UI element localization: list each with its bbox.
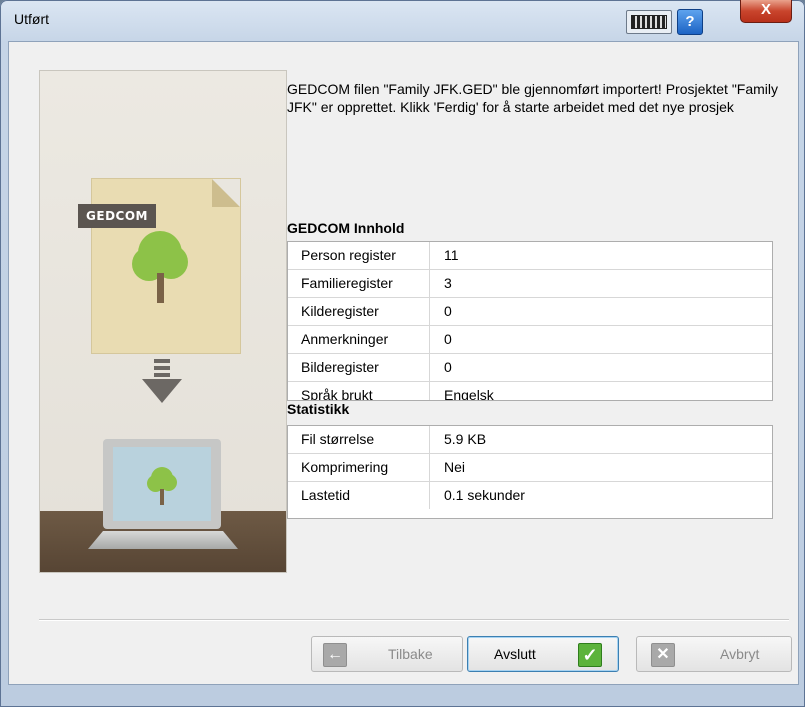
checkmark-icon: ✓: [578, 643, 602, 667]
row-value: Nei: [444, 459, 466, 475]
table-row: Person register 11: [288, 242, 772, 270]
table-row: Lastetid 0.1 sekunder: [288, 482, 772, 509]
row-label: Lastetid: [288, 482, 430, 509]
cancel-button-label: Avbryt: [720, 646, 760, 662]
row-value: 0.1 sekunder: [444, 487, 525, 503]
table-row: Fil størrelse 5.9 KB: [288, 426, 772, 454]
row-label: Anmerkninger: [288, 326, 430, 353]
x-icon: ✕: [651, 643, 675, 667]
tree-icon: [132, 231, 188, 309]
finish-button[interactable]: Avslutt ✓: [467, 636, 619, 672]
table-row: Språk brukt Engelsk: [288, 382, 772, 401]
table-row: Kilderegister 0: [288, 298, 772, 326]
table-row: Bilderegister 0: [288, 354, 772, 382]
statistics-table: Fil størrelse 5.9 KB Komprimering Nei La…: [287, 425, 773, 519]
dialog-window: Utført ? X GEDCOM GEDCOM filen "Family J…: [0, 0, 805, 707]
statistics-heading: Statistikk: [287, 401, 350, 417]
gedcom-content-heading: GEDCOM Innhold: [287, 220, 405, 236]
row-label: Språk brukt: [288, 382, 430, 400]
back-button[interactable]: ← Tilbake: [311, 636, 463, 672]
close-icon: X: [760, 1, 771, 18]
title-bar[interactable]: Utført ? X: [0, 0, 805, 40]
close-button[interactable]: X: [740, 0, 792, 23]
row-label: Person register: [288, 242, 430, 269]
row-label: Bilderegister: [288, 354, 430, 381]
row-label: Kilderegister: [288, 298, 430, 325]
table-row: Komprimering Nei: [288, 454, 772, 482]
cancel-button[interactable]: ✕ Avbryt: [636, 636, 792, 672]
row-value: 0: [444, 359, 452, 375]
row-label: Familieregister: [288, 270, 430, 297]
gedcom-badge: GEDCOM: [78, 204, 156, 228]
gedcom-content-table[interactable]: Person register 11 Familieregister 3 Kil…: [287, 241, 773, 401]
help-icon: ?: [685, 13, 695, 30]
row-value: 3: [444, 275, 452, 291]
back-button-label: Tilbake: [388, 646, 433, 662]
keyboard-icon[interactable]: [626, 10, 672, 34]
down-arrow-icon: [142, 359, 182, 413]
tree-icon: [147, 467, 177, 509]
row-value: 0: [444, 303, 452, 319]
row-label: Komprimering: [288, 454, 430, 481]
button-divider: [39, 619, 789, 621]
row-value: Engelsk: [444, 387, 494, 401]
row-value: 5.9 KB: [444, 431, 487, 447]
row-label: Fil størrelse: [288, 426, 430, 453]
finish-button-label: Avslutt: [494, 646, 536, 662]
laptop-base: [88, 531, 238, 549]
arrow-left-icon: ←: [323, 643, 347, 667]
table-row: Familieregister 3: [288, 270, 772, 298]
window-title: Utført: [14, 11, 49, 27]
table-row: Anmerkninger 0: [288, 326, 772, 354]
import-illustration: GEDCOM: [39, 70, 287, 573]
import-success-message: GEDCOM filen "Family JFK.GED" ble gjenno…: [287, 81, 779, 115]
row-value: 0: [444, 331, 452, 347]
laptop-icon: [103, 439, 221, 529]
help-button[interactable]: ?: [677, 9, 703, 35]
row-value: 11: [444, 247, 459, 263]
